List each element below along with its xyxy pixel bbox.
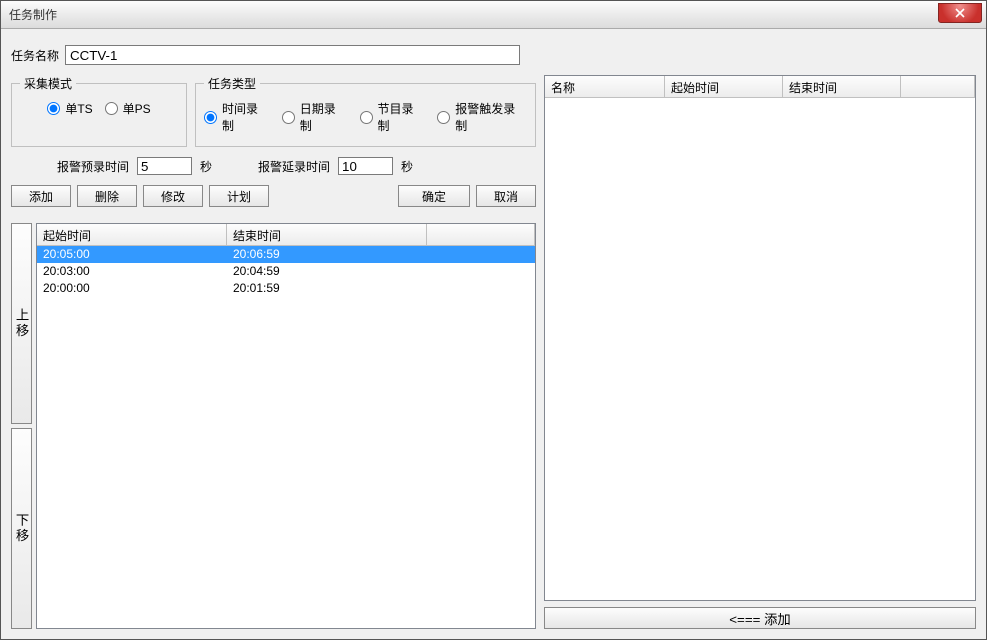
move-up-button[interactable]: 上移	[11, 223, 32, 424]
radio-single-ts[interactable]: 单TS	[47, 100, 92, 117]
alarm-delay-unit: 秒	[401, 158, 413, 175]
left-col-end[interactable]: 结束时间	[227, 224, 427, 245]
close-button[interactable]	[938, 3, 982, 23]
radio-date-rec[interactable]: 日期录制	[282, 100, 348, 134]
task-type-group: 任务类型 时间录制 日期录制	[195, 75, 536, 147]
table-row[interactable]: 20:03:0020:04:59	[37, 263, 535, 280]
left-time-grid[interactable]: 起始时间 结束时间 20:05:0020:06:5920:03:0020:04:…	[36, 223, 536, 629]
plan-button[interactable]: 计划	[209, 185, 269, 207]
cancel-button[interactable]: 取消	[476, 185, 536, 207]
radio-single-ps[interactable]: 单PS	[105, 100, 151, 117]
group-row: 采集模式 单TS 单PS	[11, 75, 536, 147]
task-name-input[interactable]	[65, 45, 520, 65]
cell-end: 20:06:59	[227, 246, 427, 263]
list-area: 上移 下移 起始时间 结束时间 20:05:0020:06:5920:03:00…	[11, 223, 536, 629]
cell-end: 20:04:59	[227, 263, 427, 280]
left-column: 采集模式 单TS 单PS	[11, 75, 536, 629]
modify-button[interactable]: 修改	[143, 185, 203, 207]
capture-mode-legend: 采集模式	[20, 75, 76, 92]
alarm-pre-input[interactable]	[137, 157, 192, 175]
delete-button[interactable]: 删除	[77, 185, 137, 207]
task-name-label: 任务名称	[11, 47, 59, 64]
close-icon	[955, 8, 965, 18]
left-grid-header: 起始时间 结束时间	[37, 224, 535, 246]
add-button[interactable]: 添加	[11, 185, 71, 207]
radio-alarm-rec-input[interactable]	[437, 111, 450, 124]
move-bar: 上移 下移	[11, 223, 32, 629]
titlebar: 任务制作	[1, 1, 986, 29]
right-grid-header: 名称 起始时间 结束时间	[545, 76, 975, 98]
right-col-start[interactable]: 起始时间	[665, 76, 783, 97]
main-columns: 采集模式 单TS 单PS	[11, 75, 976, 629]
move-down-button[interactable]: 下移	[11, 428, 32, 629]
task-type-legend: 任务类型	[204, 75, 260, 92]
right-grid-body[interactable]	[545, 98, 975, 600]
right-col-rest[interactable]	[901, 76, 975, 97]
table-row[interactable]: 20:00:0020:01:59	[37, 280, 535, 297]
content-area: 任务名称 采集模式 单TS	[1, 29, 986, 639]
alarm-pre-unit: 秒	[200, 158, 212, 175]
ok-button[interactable]: 确定	[398, 185, 470, 207]
left-col-rest[interactable]	[427, 224, 535, 245]
cell-end: 20:01:59	[227, 280, 427, 297]
radio-single-ps-input[interactable]	[105, 102, 118, 115]
left-grid-body[interactable]: 20:05:0020:06:5920:03:0020:04:5920:00:00…	[37, 246, 535, 628]
radio-time-rec[interactable]: 时间录制	[204, 100, 270, 134]
button-row: 添加 删除 修改 计划 确定 取消	[11, 185, 536, 207]
capture-mode-group: 采集模式 单TS 单PS	[11, 75, 187, 147]
right-grid[interactable]: 名称 起始时间 结束时间	[544, 75, 976, 601]
window-title: 任务制作	[9, 6, 57, 23]
radio-date-rec-input[interactable]	[282, 111, 295, 124]
radio-single-ts-input[interactable]	[47, 102, 60, 115]
add-back-button[interactable]: <=== 添加	[544, 607, 976, 629]
radio-alarm-rec[interactable]: 报警触发录制	[437, 100, 527, 134]
alarm-time-row: 报警预录时间 秒 报警延录时间 秒	[11, 157, 536, 175]
table-row[interactable]: 20:05:0020:06:59	[37, 246, 535, 263]
right-col-end[interactable]: 结束时间	[783, 76, 901, 97]
alarm-delay-label: 报警延录时间	[258, 158, 330, 175]
left-col-start[interactable]: 起始时间	[37, 224, 227, 245]
alarm-delay-input[interactable]	[338, 157, 393, 175]
radio-prog-rec[interactable]: 节目录制	[360, 100, 426, 134]
cell-start: 20:00:00	[37, 280, 227, 297]
task-make-window: 任务制作 任务名称 采集模式 单TS	[0, 0, 987, 640]
right-column: 名称 起始时间 结束时间 <=== 添加	[544, 75, 976, 629]
radio-time-rec-input[interactable]	[204, 111, 217, 124]
alarm-pre-label: 报警预录时间	[57, 158, 129, 175]
cell-start: 20:03:00	[37, 263, 227, 280]
right-col-name[interactable]: 名称	[545, 76, 665, 97]
radio-prog-rec-input[interactable]	[360, 111, 373, 124]
task-name-row: 任务名称	[11, 45, 976, 65]
cell-start: 20:05:00	[37, 246, 227, 263]
